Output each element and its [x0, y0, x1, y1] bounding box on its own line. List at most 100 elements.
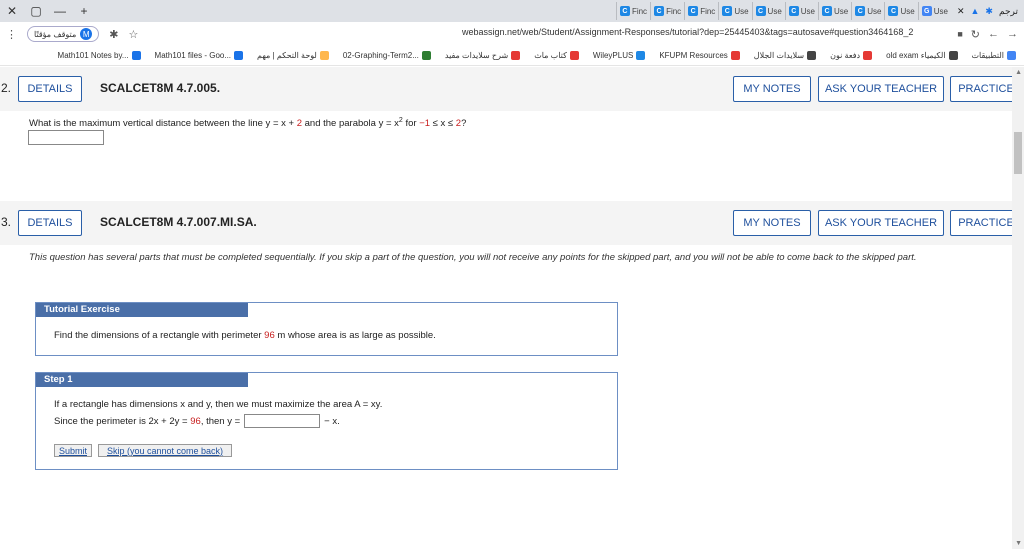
browser-tab[interactable]: C Use — [884, 2, 917, 20]
tab-favicon-icon: C — [755, 6, 766, 16]
bookmark-icon — [730, 51, 740, 60]
bookmark-icon — [569, 51, 579, 60]
details-button[interactable]: DETAILS — [18, 76, 82, 102]
skip-button[interactable]: Skip (you cannot come back) — [98, 444, 232, 457]
active-tab[interactable]: ✕ ▲ ✱ ترجم — [951, 6, 1024, 17]
avatar: M — [80, 28, 93, 40]
s-text-part: , then y = — [200, 415, 241, 427]
extensions-icon[interactable]: ✱ — [109, 28, 118, 41]
question-number: 3. — [1, 215, 12, 229]
scrollbar[interactable]: ▲ ▼ — [1012, 67, 1024, 549]
practice-button[interactable]: PRACTICE — [950, 210, 1012, 236]
browser-tab[interactable]: C Use — [818, 2, 851, 20]
question-number: 2. — [1, 81, 12, 95]
bookmark-star-icon[interactable]: ☆ — [128, 28, 138, 41]
my-notes-button[interactable]: MY NOTES — [733, 210, 811, 236]
step-line-1: If a rectangle has dimensions x and y, t… — [54, 399, 383, 410]
tab-label: Use — [900, 6, 915, 16]
bookmark-icon — [131, 51, 141, 60]
bookmark-icon — [511, 51, 521, 60]
back-icon[interactable]: ← — [988, 28, 999, 40]
scroll-thumb[interactable] — [1014, 132, 1022, 174]
bookmark-label: old exam الكيمياء — [886, 51, 946, 60]
tutorial-text: Find the dimensions of a rectangle with … — [54, 330, 436, 341]
question-header-2: 2. DETAILS SCALCET8M 4.7.005. MY NOTES A… — [0, 67, 1012, 111]
bookmark-label: سلايدات الجلال — [753, 51, 805, 60]
tab-favicon-icon: C — [619, 6, 630, 16]
bookmark-icon — [636, 51, 646, 60]
bookmark-item[interactable]: KFUPM Resources — [659, 51, 740, 60]
s-value: 96 — [190, 415, 201, 427]
profile-button[interactable]: متوقف مؤقتًا M — [27, 26, 100, 42]
t-text-part: m whose area is as large as possible. — [274, 330, 436, 341]
new-tab-icon[interactable]: + — [72, 4, 96, 18]
question-code: SCALCET8M 4.7.007.MI.SA. — [100, 215, 257, 229]
reload-icon[interactable]: ↻ — [971, 28, 980, 41]
bookmark-item[interactable]: التطبيقات — [972, 51, 1016, 60]
bookmarks-bar: التطبيقات old exam الكيمياء دفعة نون سلايدا… — [0, 46, 1024, 66]
browser-tab[interactable]: C Use — [851, 2, 884, 20]
bookmark-item[interactable]: WileyPLUS — [593, 51, 646, 60]
bookmark-icon — [319, 51, 329, 60]
browser-tab[interactable]: C Finc — [650, 2, 684, 20]
bookmark-label: Math101 files - Goo... — [154, 51, 232, 60]
scroll-up-icon[interactable]: ▲ — [1015, 69, 1022, 76]
bookmark-item[interactable]: Math101 files - Goo... — [154, 51, 244, 60]
bookmark-item[interactable]: شرح سلايدات مفيد — [445, 51, 521, 60]
menu-icon[interactable]: ⋮ — [6, 28, 17, 41]
tab-favicon-icon: C — [688, 6, 699, 16]
tab-label: Finc — [666, 6, 682, 16]
practice-button[interactable]: PRACTICE — [950, 76, 1012, 102]
ask-teacher-button[interactable]: ASK YOUR TEACHER — [818, 76, 944, 102]
bookmark-item[interactable]: Math101 Notes by... — [58, 51, 141, 60]
scroll-down-icon[interactable]: ▼ — [1015, 540, 1022, 547]
bookmark-label: Math101 Notes by... — [57, 51, 129, 60]
browser-tab[interactable]: C Finc — [615, 2, 650, 20]
restore-window-icon[interactable]: ▢ — [24, 4, 48, 18]
bookmark-item[interactable]: سلايدات الجلال — [753, 51, 817, 60]
bookmark-icon — [807, 51, 817, 60]
y-input[interactable] — [244, 414, 321, 428]
browser-tab-strip: ✕ ▢ — + G Use C Use C Use C Use C Use C Use C Use C Fin… — [0, 0, 1024, 22]
tab-favicon-icon: C — [822, 6, 833, 16]
bookmark-item[interactable]: كتاب ماث — [534, 51, 579, 60]
forward-icon[interactable]: → — [1007, 28, 1018, 40]
submit-button[interactable]: Submit — [54, 444, 92, 457]
question-text: What is the maximum vertical distance be… — [29, 117, 466, 129]
bookmark-item[interactable]: 02-Graphing-Term2... — [343, 51, 431, 60]
tab-list: G Use C Use C Use C Use C Use C Use C Use C Finc C Finc C F… — [96, 2, 951, 20]
bookmark-label: التطبيقات — [971, 51, 1004, 60]
tab-label: Use — [867, 6, 882, 16]
browser-tab[interactable]: C Use — [784, 2, 818, 20]
q-text-part: What is the maximum vertical distance be… — [29, 118, 297, 130]
details-button[interactable]: DETAILS — [18, 210, 82, 236]
bookmark-label: دفعة نون — [830, 51, 861, 60]
browser-tab[interactable]: G Use — [917, 2, 951, 20]
tab-label: Use — [933, 6, 948, 16]
bookmark-item[interactable]: دفعة نون — [830, 51, 873, 60]
tab-favicon-icon: C — [722, 6, 733, 16]
my-notes-button[interactable]: MY NOTES — [733, 76, 811, 102]
bookmark-item[interactable]: لوحة التحكم | مهم — [257, 51, 329, 60]
s-text-part: Since the perimeter is 2x + 2y = — [54, 415, 191, 427]
tab-favicon-icon: G — [921, 6, 932, 16]
close-tab-icon[interactable]: ✕ — [957, 6, 965, 17]
q-text-part: ? — [461, 118, 467, 130]
toolbar-right: ■ ↻ ← → — [957, 22, 1018, 46]
minimize-window-icon[interactable]: — — [48, 4, 72, 18]
browser-tab[interactable]: C Use — [751, 2, 785, 20]
ask-teacher-button[interactable]: ASK YOUR TEACHER — [818, 210, 944, 236]
translate-label[interactable]: ترجم — [999, 6, 1018, 17]
answer-input[interactable] — [28, 130, 104, 145]
bookmark-label: KFUPM Resources — [659, 51, 728, 60]
tab-label: Finc — [631, 6, 648, 16]
close-window-icon[interactable]: ✕ — [0, 4, 24, 18]
bookmark-icon — [948, 51, 958, 60]
extension-icon[interactable]: ✱ — [985, 6, 993, 17]
browser-tab[interactable]: C Use — [718, 2, 751, 20]
bookmark-icon — [863, 51, 873, 60]
bookmark-item[interactable]: old exam الكيمياء — [886, 51, 958, 60]
browser-tab[interactable]: C Finc — [684, 2, 718, 20]
translate-icon[interactable]: ▲ — [971, 6, 980, 16]
url-text[interactable]: webassign.net/web/Student/Assignment-Res… — [462, 27, 913, 37]
